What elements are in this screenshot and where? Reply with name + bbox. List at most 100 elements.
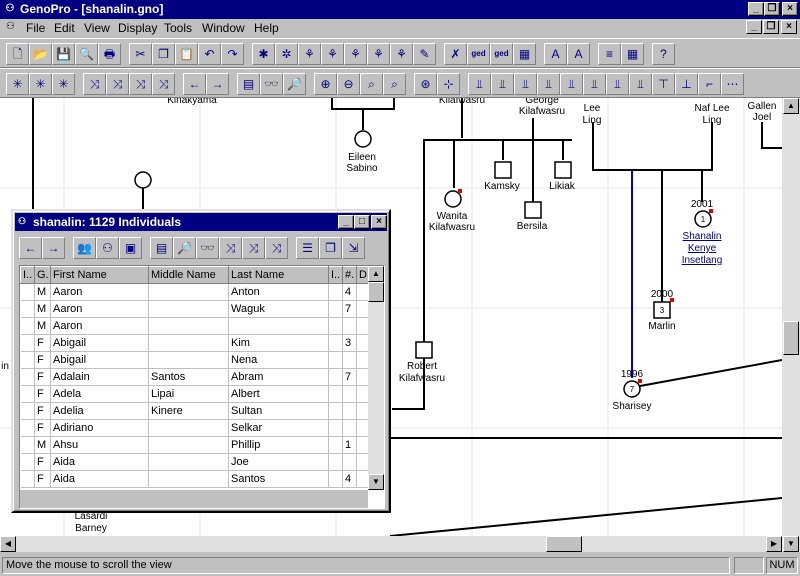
select-family-icon[interactable]: ✳ [29, 73, 52, 95]
align-middle-icon[interactable]: ⫫ [583, 73, 606, 95]
table-row[interactable]: F Adela Lipai Albert [20, 385, 369, 403]
grid-icon[interactable]: ▦ [621, 43, 644, 65]
back-icon[interactable]: ← [19, 237, 42, 259]
layers-icon[interactable]: ≡ [598, 43, 621, 65]
select-icon[interactable]: ✳ [6, 73, 29, 95]
close-button[interactable]: × [782, 2, 798, 16]
scroll-down-button[interactable]: ▼ [783, 536, 799, 552]
arrow-left-icon[interactable]: ← [183, 73, 206, 95]
doc-minimize-button[interactable]: _ [746, 20, 762, 34]
find-icon[interactable]: 🔎 [173, 237, 196, 259]
forward-icon[interactable]: → [42, 237, 65, 259]
minimize-button[interactable]: _ [748, 2, 764, 16]
document-icon[interactable]: ⚇ [6, 21, 15, 32]
male-symbol-robert[interactable] [415, 341, 433, 359]
zoom-in-icon[interactable]: ⊕ [314, 73, 337, 95]
column-header[interactable]: First Name [50, 266, 149, 284]
column-header[interactable]: I.. [328, 266, 343, 284]
column-header[interactable]: #. [342, 266, 357, 284]
column-header[interactable]: Middle Name [148, 266, 229, 284]
individual-link[interactable]: Kenye [688, 243, 716, 255]
families-icon[interactable]: ⚇ [96, 237, 119, 259]
scroll-right-button[interactable]: ▶ [766, 536, 782, 552]
table-row[interactable]: F Adiriano Selkar [20, 419, 369, 437]
child-minimize-button[interactable]: _ [338, 215, 354, 229]
zoom-icon[interactable]: ⌕ [360, 73, 383, 95]
insert-parents-icon[interactable]: ⚘ [298, 43, 321, 65]
scroll-up-button[interactable]: ▲ [783, 98, 799, 114]
table-vertical-scrollbar[interactable]: ▲ ▼ [368, 266, 384, 490]
zoom-fit-icon[interactable]: ⌕ [383, 73, 406, 95]
align-right-icon[interactable]: ⫫ [537, 73, 560, 95]
table-row[interactable]: M Ahsu Phillip 1 [20, 436, 369, 454]
properties-icon[interactable]: ▤ [237, 73, 260, 95]
copy-icon[interactable]: ❐ [152, 43, 175, 65]
vertical-scrollbar[interactable]: ▲ ▼ [782, 98, 800, 552]
male-symbol-bersila[interactable] [524, 201, 542, 219]
doc-close-button[interactable]: × [781, 20, 797, 34]
male-symbol-kamsky[interactable] [494, 161, 512, 179]
individual-link[interactable]: Insetlang [682, 255, 723, 267]
female-symbol-wanita[interactable] [444, 190, 462, 208]
properties-icon[interactable]: ▤ [150, 237, 173, 259]
genopro-app-icon[interactable]: ⚇ [3, 2, 17, 16]
hyperlink-icon[interactable]: ⊛ [414, 73, 437, 95]
print-preview-icon[interactable]: 🔍 [75, 43, 98, 65]
help-icon[interactable]: ? [652, 43, 675, 65]
menu-display[interactable]: Display [118, 21, 157, 35]
marker-icon[interactable]: ✎ [413, 43, 436, 65]
tree-ancestors-icon[interactable]: ⤨ [83, 73, 106, 95]
individual-link[interactable]: Shanalin [683, 231, 722, 243]
pictures-icon[interactable]: ▣ [119, 237, 142, 259]
list-icon[interactable]: ☰ [296, 237, 319, 259]
ged-html-icon[interactable]: ged [490, 43, 513, 65]
table-row[interactable]: F Aida Joe [20, 453, 369, 471]
tree-swap-icon[interactable]: ⤨ [152, 73, 175, 95]
insert-sibling-icon[interactable]: ⚘ [344, 43, 367, 65]
save-icon[interactable]: 💾 [52, 43, 75, 65]
column-header[interactable]: Last Name [228, 266, 329, 284]
tree-link-icon[interactable]: ⤨ [265, 237, 288, 259]
report-icon[interactable]: ▦ [513, 43, 536, 65]
child-close-button[interactable]: × [371, 215, 387, 229]
table-row[interactable]: F Abigail Nena [20, 351, 369, 369]
binoculars-icon[interactable]: 👓 [196, 237, 219, 259]
expand-icon[interactable]: ⊥ [675, 73, 698, 95]
scroll-left-button[interactable]: ◀ [0, 536, 16, 552]
new-icon[interactable]: 🗋 [6, 43, 29, 65]
individuals-icon[interactable]: 👥 [73, 237, 96, 259]
center-icon[interactable]: ⊹ [437, 73, 460, 95]
align-left-icon[interactable]: ⫫ [514, 73, 537, 95]
font-larger-icon[interactable]: A [544, 43, 567, 65]
horizontal-scroll-thumb[interactable] [546, 536, 582, 552]
align-center-icon[interactable]: ⫫ [560, 73, 583, 95]
export-icon[interactable]: ⇲ [342, 237, 365, 259]
table-row[interactable]: F Adalain Santos Abram 7 [20, 368, 369, 386]
restore-button[interactable]: ❐ [764, 2, 780, 16]
table-scroll-thumb[interactable] [368, 282, 384, 302]
female-symbol[interactable] [134, 171, 152, 189]
cut-icon[interactable]: ✂ [129, 43, 152, 65]
open-icon[interactable]: 📂 [29, 43, 52, 65]
redo-icon[interactable]: ↷ [221, 43, 244, 65]
menu-window[interactable]: Window [202, 21, 245, 35]
tree-descendants-icon[interactable]: ⤨ [106, 73, 129, 95]
column-header[interactable]: I.. [20, 266, 35, 284]
table-scroll-up-button[interactable]: ▲ [368, 266, 384, 282]
align-top-icon[interactable]: ⫫ [468, 73, 491, 95]
insert-children-icon[interactable]: ⚘ [321, 43, 344, 65]
table-row[interactable]: F Aida Santos 4 [20, 470, 369, 488]
menu-file[interactable]: File [26, 21, 45, 35]
straight-icon[interactable]: ⫫ [629, 73, 652, 95]
female-symbol-eileen[interactable] [354, 130, 372, 148]
menu-edit[interactable]: Edit [54, 21, 75, 35]
vertical-scroll-thumb[interactable] [783, 321, 799, 355]
table-scroll-down-button[interactable]: ▼ [368, 474, 384, 490]
align-bottom-icon[interactable]: ⫫ [491, 73, 514, 95]
tree-links-icon[interactable]: ⤨ [129, 73, 152, 95]
collapse-icon[interactable]: ⌐ [698, 73, 721, 95]
menu-view[interactable]: View [84, 21, 110, 35]
print-icon[interactable]: 🖶 [98, 43, 121, 65]
find-next-icon[interactable]: 🔎 [283, 73, 306, 95]
doc-restore-button[interactable]: ❐ [763, 20, 779, 34]
